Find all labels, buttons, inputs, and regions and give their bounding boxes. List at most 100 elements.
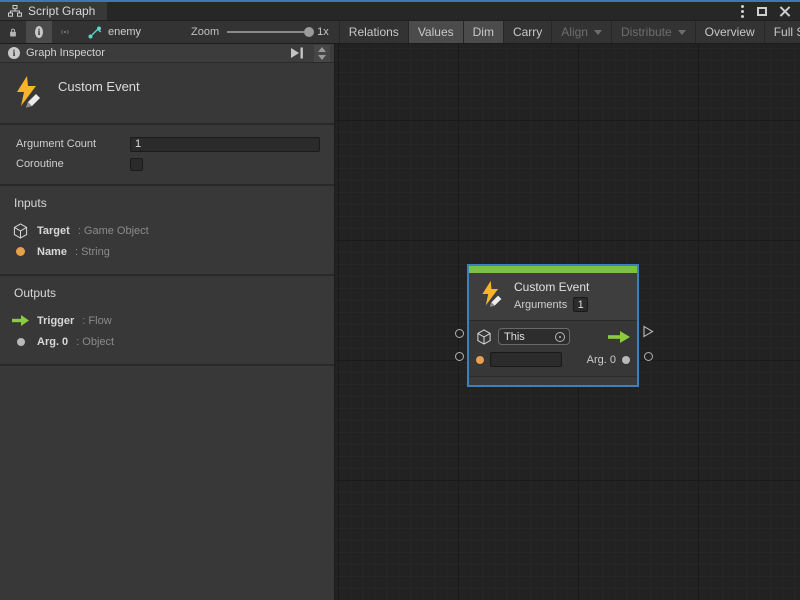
toolbar-button-group: Relations Values Dim Carry Align Distrib… bbox=[339, 21, 800, 43]
flow-arrow-icon bbox=[606, 331, 630, 343]
info-icon: i bbox=[8, 47, 20, 59]
object-pick-icon[interactable] bbox=[555, 332, 565, 342]
button-label: Overview bbox=[705, 25, 755, 39]
button-label: Values bbox=[418, 25, 454, 39]
port-name: Target bbox=[37, 225, 70, 237]
outputs-heading: Outputs bbox=[14, 286, 322, 300]
argument-count-input[interactable]: 1 bbox=[130, 137, 320, 152]
flow-arrow-icon bbox=[12, 315, 29, 326]
unit-title-section: Custom Event bbox=[0, 63, 334, 125]
graph-canvas[interactable]: Custom Event Arguments 1 This bbox=[335, 44, 800, 600]
inspector-empty-area bbox=[0, 366, 334, 600]
target-object-picker[interactable]: This bbox=[498, 328, 570, 345]
inspector-toggle-button[interactable]: i bbox=[26, 21, 52, 43]
output-port-arg0[interactable] bbox=[644, 352, 653, 361]
lock-button[interactable] bbox=[0, 21, 26, 43]
port-type: : Flow bbox=[82, 315, 111, 327]
overview-button[interactable]: Overview bbox=[696, 21, 765, 43]
unit-title: Custom Event bbox=[58, 75, 140, 109]
panel-title: Graph Inspector bbox=[26, 47, 284, 59]
argument-count-label: Argument Count bbox=[16, 138, 130, 150]
zoom-label: Zoom bbox=[191, 26, 219, 38]
coroutine-label: Coroutine bbox=[16, 158, 130, 170]
event-name-input[interactable] bbox=[490, 352, 562, 367]
breadcrumb-label: enemy bbox=[108, 26, 141, 38]
zoom-slider-handle[interactable] bbox=[304, 27, 314, 37]
tab-script-graph[interactable]: Script Graph bbox=[0, 2, 107, 20]
carry-button[interactable]: Carry bbox=[504, 21, 552, 43]
node-arguments-input[interactable]: 1 bbox=[573, 297, 588, 312]
close-icon[interactable] bbox=[780, 6, 790, 16]
window-controls bbox=[741, 2, 800, 20]
argument-count-row: Argument Count 1 bbox=[16, 134, 320, 154]
relations-button[interactable]: Relations bbox=[340, 21, 409, 43]
input-port-name[interactable] bbox=[455, 352, 464, 361]
tab-bar: Script Graph bbox=[0, 2, 800, 20]
graph-hierarchy-icon bbox=[8, 5, 22, 17]
node-name-row: Arg. 0 bbox=[476, 348, 630, 371]
button-label: Carry bbox=[513, 25, 542, 39]
object-type-icon bbox=[17, 338, 25, 346]
custom-event-node[interactable]: Custom Event Arguments 1 This bbox=[467, 264, 639, 387]
port-row-arg0: Arg. 0 : Object bbox=[12, 331, 322, 352]
object-type-icon bbox=[622, 356, 630, 364]
target-value: This bbox=[504, 331, 555, 343]
chevron-down-icon bbox=[678, 30, 686, 35]
node-body: This Arg. 0 bbox=[469, 321, 637, 376]
maximize-icon[interactable] bbox=[757, 7, 767, 16]
zoom-value: 1x bbox=[317, 26, 329, 38]
unit-fields-section: Argument Count 1 Coroutine bbox=[0, 125, 334, 186]
button-label: Distribute bbox=[621, 25, 672, 39]
inputs-section: Inputs Target : Game Object Name : Strin… bbox=[0, 186, 334, 276]
custom-event-icon bbox=[478, 280, 505, 308]
port-name: Arg. 0 bbox=[37, 336, 68, 348]
game-object-cube-icon bbox=[476, 329, 492, 345]
dim-button[interactable]: Dim bbox=[464, 21, 504, 43]
input-port-target[interactable] bbox=[455, 329, 464, 338]
button-label: Align bbox=[561, 25, 588, 39]
graph-node-icon bbox=[88, 26, 102, 39]
node-header[interactable]: Custom Event Arguments 1 bbox=[469, 273, 637, 321]
arg0-label: Arg. 0 bbox=[587, 354, 616, 366]
port-name: Name bbox=[37, 246, 67, 258]
align-dropdown[interactable]: Align bbox=[552, 21, 612, 43]
scroll-up-icon[interactable] bbox=[318, 47, 326, 52]
code-preview-button[interactable] bbox=[52, 21, 78, 43]
string-type-icon bbox=[476, 356, 484, 364]
button-label: Full Screen bbox=[774, 25, 800, 39]
outputs-section: Outputs Trigger : Flow Arg. 0 : Object bbox=[0, 276, 334, 366]
port-type: : Game Object bbox=[78, 225, 149, 237]
node-target-row: This bbox=[476, 325, 630, 348]
game-object-cube-icon bbox=[12, 223, 29, 239]
port-type: : String bbox=[75, 246, 110, 258]
zoom-slider[interactable] bbox=[227, 31, 309, 33]
graph-breadcrumb[interactable]: enemy bbox=[78, 21, 151, 43]
dock-panel-icon[interactable] bbox=[290, 47, 304, 59]
zoom-control: Zoom 1x bbox=[151, 21, 339, 43]
kebab-menu-icon[interactable] bbox=[741, 10, 744, 13]
port-type: : Object bbox=[76, 336, 114, 348]
main-content: i Graph Inspector Custom Event Argum bbox=[0, 44, 800, 600]
coroutine-row: Coroutine bbox=[16, 154, 320, 174]
node-footer bbox=[469, 376, 637, 385]
lock-icon bbox=[9, 26, 17, 39]
inputs-heading: Inputs bbox=[14, 196, 322, 210]
graph-inspector-header: i Graph Inspector bbox=[0, 44, 334, 63]
port-row-name: Name : String bbox=[12, 241, 322, 262]
graph-inspector-panel: i Graph Inspector Custom Event Argum bbox=[0, 44, 335, 600]
info-icon: i bbox=[35, 26, 43, 38]
code-icon bbox=[61, 27, 69, 37]
node-title: Custom Event bbox=[514, 280, 589, 294]
output-port-trigger[interactable] bbox=[642, 325, 654, 343]
button-label: Relations bbox=[349, 25, 399, 39]
node-event-color-bar bbox=[469, 266, 637, 273]
scroll-down-icon[interactable] bbox=[318, 55, 326, 60]
values-button[interactable]: Values bbox=[409, 21, 464, 43]
coroutine-checkbox[interactable] bbox=[130, 158, 143, 171]
distribute-dropdown[interactable]: Distribute bbox=[612, 21, 696, 43]
full-screen-button[interactable]: Full Screen bbox=[765, 21, 800, 43]
panel-scroll-stepper bbox=[314, 45, 330, 62]
custom-event-icon bbox=[12, 75, 44, 109]
chevron-down-icon bbox=[594, 30, 602, 35]
tab-title: Script Graph bbox=[28, 4, 95, 18]
